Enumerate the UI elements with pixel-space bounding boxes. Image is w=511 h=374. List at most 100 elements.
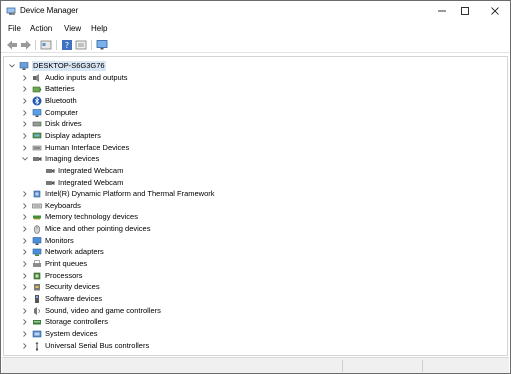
sound-icon [34,306,40,315]
tree-category[interactable]: Monitors [4,235,507,247]
chevron-right-icon[interactable] [21,190,29,198]
mouse-icon [33,225,41,234]
toolbar: ? [1,37,510,53]
close-button[interactable] [481,1,509,21]
minimize-icon [438,10,446,12]
tree-category[interactable]: Storage controllers [4,316,507,328]
tree-category[interactable]: Sound, video and game controllers [4,305,507,317]
system-icon [32,330,42,338]
chevron-right-icon[interactable] [21,260,29,268]
chevron-right-icon[interactable] [21,272,29,280]
menu-view[interactable]: View [64,24,81,34]
chevron-right-icon[interactable] [21,318,29,326]
category-label: Processors [45,270,83,280]
menu-help[interactable]: Help [91,24,107,34]
chevron-right-icon[interactable] [21,342,29,350]
tree-category[interactable]: Print queues [4,258,507,270]
chevron-right-icon[interactable] [21,237,29,245]
printer-icon [33,260,41,268]
tree-device[interactable]: Integrated Webcam [4,165,507,177]
help-icon[interactable]: ? [61,39,73,51]
toolbar-separator [91,40,92,50]
category-label: Computer [45,107,78,117]
chevron-right-icon[interactable] [21,295,29,303]
category-label: Software devices [45,294,103,303]
chevron-right-icon[interactable] [21,144,29,152]
tree-category[interactable]: Memory technology devices [4,211,507,223]
tree-category[interactable]: Bluetooth [4,95,507,107]
disk-icon [32,121,42,127]
chevron-right-icon[interactable] [21,213,29,221]
chevron-right-icon[interactable] [21,120,29,128]
computer-icon [32,108,42,117]
device-tree[interactable]: DESKTOP-S6G3G76 Audio inputs and outputs B… [3,56,508,356]
category-label: Imaging devices [45,154,100,164]
tree-category[interactable]: Disk drives [4,118,507,130]
category-label: Memory technology devices [45,212,138,222]
category-label: Network adapters [45,247,104,257]
tree-root[interactable]: DESKTOP-S6G3G76 [4,60,507,72]
tree-category[interactable]: Audio inputs and outputs [4,72,507,84]
view-icon[interactable] [75,39,87,51]
menu-action[interactable]: Action [30,24,52,34]
root-computer-icon [19,62,29,70]
maximize-button[interactable] [451,1,479,21]
chevron-right-icon[interactable] [21,283,29,291]
tree-category[interactable]: Computer [4,107,507,119]
tree-category[interactable]: Batteries [4,83,507,95]
tree-category[interactable]: Security devices [4,281,507,293]
tree-category[interactable]: Human Interface Devices [4,142,507,154]
category-label: Monitors [45,235,74,245]
device-label: Integrated Webcam [58,165,124,175]
category-label: System devices [45,328,98,338]
chevron-right-icon[interactable] [21,225,29,233]
title-bar[interactable]: Device Manager [1,1,510,21]
chevron-down-icon[interactable] [8,62,16,70]
tree-category[interactable]: Display adapters [4,130,507,142]
back-arrow-icon[interactable] [6,39,18,51]
chevron-right-icon[interactable] [21,97,29,105]
tree-category[interactable]: Network adapters [4,246,507,258]
status-cell [422,360,423,372]
menu-file[interactable]: File [8,24,21,34]
security-icon [34,284,40,291]
chevron-right-icon[interactable] [21,248,29,256]
category-label: Print queues [45,259,88,269]
tree-category[interactable]: Processors [4,270,507,282]
tree-category[interactable]: System devices [4,328,507,340]
chevron-right-icon[interactable] [21,109,29,117]
display-adapter-icon [32,132,42,139]
category-label: Mice and other pointing devices [45,224,151,234]
tree-category[interactable]: Software devices [4,293,507,305]
tree-category[interactable]: Universal Serial Bus controllers [4,340,507,352]
webcam-icon [46,180,55,185]
status-cell [342,360,343,372]
forward-arrow-icon[interactable] [20,39,32,51]
tree-category[interactable]: Keyboards [4,200,507,212]
properties-icon[interactable] [40,39,52,51]
status-bar [2,357,509,373]
category-label: Keyboards [45,200,81,210]
chevron-down-icon[interactable] [21,155,29,163]
memory-icon [33,215,41,220]
category-label: Disk drives [45,119,82,129]
device-label: Integrated Webcam [58,177,124,187]
chevron-right-icon[interactable] [21,132,29,140]
tree-category[interactable]: Intel(R) Dynamic Platform and Thermal Fr… [4,188,507,200]
monitor-icon[interactable] [96,39,108,51]
close-icon [491,7,499,15]
category-label: Bluetooth [45,95,77,105]
tree-device[interactable]: Integrated Webcam [4,177,507,189]
chevron-right-icon[interactable] [21,307,29,315]
category-label: Storage controllers [45,317,108,327]
tree-category[interactable]: Mice and other pointing devices [4,223,507,235]
chevron-right-icon[interactable] [21,74,29,82]
category-label: Security devices [45,282,100,292]
svg-text:?: ? [65,41,69,50]
toolbar-separator [56,40,57,50]
tree-category[interactable]: Imaging devices [4,153,507,165]
chevron-right-icon[interactable] [21,202,29,210]
maximize-icon [461,7,469,15]
chevron-right-icon[interactable] [21,330,29,338]
chevron-right-icon[interactable] [21,85,29,93]
